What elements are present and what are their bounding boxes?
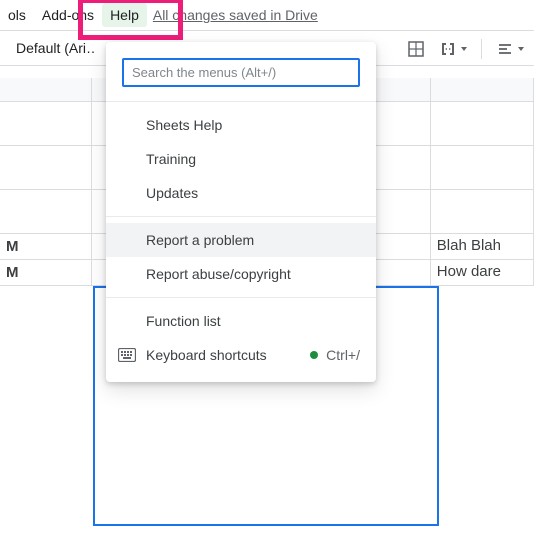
cell[interactable]: How dare xyxy=(431,260,534,286)
menu-item-report-abuse[interactable]: Report abuse/copyright xyxy=(106,257,376,291)
cell[interactable] xyxy=(431,102,534,146)
menu-item-label: Report abuse/copyright xyxy=(146,266,291,282)
borders-icon[interactable] xyxy=(407,40,425,58)
menu-search-wrap xyxy=(106,50,376,95)
chevron-down-icon xyxy=(461,47,467,51)
menu-item-label: Report a problem xyxy=(146,232,254,248)
menu-item-function-list[interactable]: Function list xyxy=(106,304,376,338)
help-menu-popup: Sheets Help Training Updates Report a pr… xyxy=(106,42,376,382)
menu-item-keyboard-shortcuts[interactable]: Keyboard shortcuts Ctrl+/ xyxy=(106,338,376,372)
separator xyxy=(106,297,376,298)
menu-item-sheets-help[interactable]: Sheets Help xyxy=(106,108,376,142)
font-selector[interactable]: Default (Ari… xyxy=(16,40,96,56)
menu-item-label: Function list xyxy=(146,313,221,329)
cell[interactable] xyxy=(431,190,534,234)
menubar: ols Add-ons Help All changes saved in Dr… xyxy=(0,0,534,30)
menu-item-updates[interactable]: Updates xyxy=(106,176,376,210)
save-status[interactable]: All changes saved in Drive xyxy=(153,7,318,23)
menu-help[interactable]: Help xyxy=(102,3,147,27)
col-header[interactable] xyxy=(0,78,92,102)
separator xyxy=(106,216,376,217)
horizontal-align-icon[interactable] xyxy=(496,40,524,58)
merge-cells-icon[interactable] xyxy=(439,40,467,58)
cell[interactable]: M xyxy=(0,260,92,286)
menu-item-training[interactable]: Training xyxy=(106,142,376,176)
menu-search-input[interactable] xyxy=(122,58,360,87)
separator xyxy=(481,39,482,59)
menu-item-trail: Ctrl+/ xyxy=(310,347,360,363)
cell[interactable] xyxy=(0,146,92,190)
col-header[interactable] xyxy=(431,78,534,102)
toolbar-right xyxy=(407,31,524,67)
menu-item-label: Training xyxy=(146,151,196,167)
menu-tools[interactable]: ols xyxy=(0,3,34,27)
menu-item-label: Updates xyxy=(146,185,198,201)
menu-item-report-problem[interactable]: Report a problem xyxy=(106,223,376,257)
shortcut-text: Ctrl+/ xyxy=(326,347,360,363)
chevron-down-icon xyxy=(518,47,524,51)
cell[interactable]: M xyxy=(0,234,92,260)
cell[interactable]: Blah Blah xyxy=(431,234,534,260)
menu-item-label: Sheets Help xyxy=(146,117,222,133)
cell[interactable] xyxy=(0,102,92,146)
keyboard-icon xyxy=(118,348,136,362)
menu-addons[interactable]: Add-ons xyxy=(34,3,102,27)
menu-item-label: Keyboard shortcuts xyxy=(146,347,267,363)
cell[interactable] xyxy=(0,190,92,234)
status-dot-icon xyxy=(310,351,318,359)
separator xyxy=(106,101,376,102)
cell[interactable] xyxy=(431,146,534,190)
